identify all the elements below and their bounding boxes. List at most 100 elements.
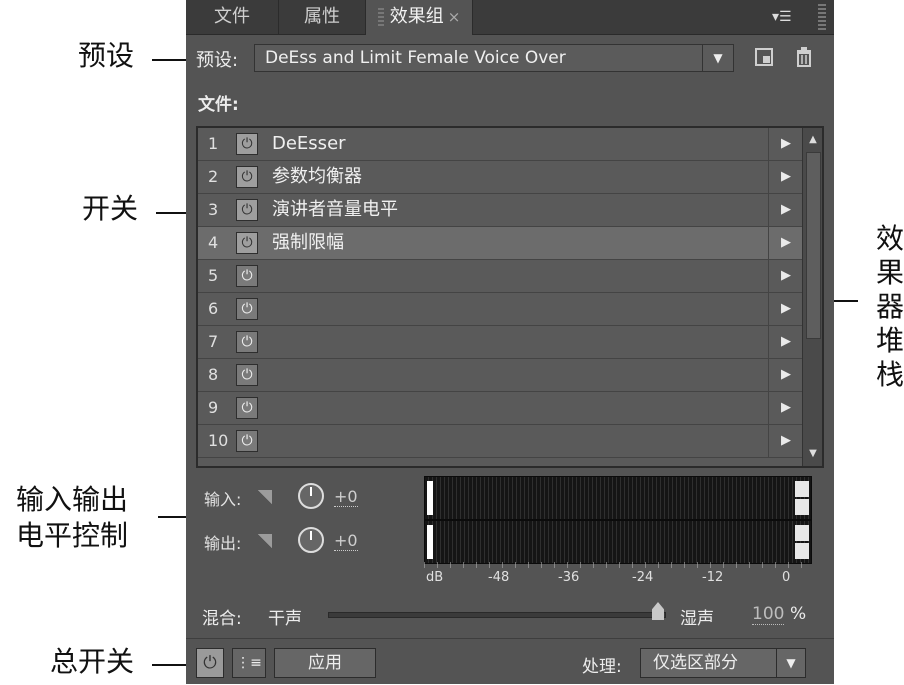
output-level-meter <box>424 520 812 564</box>
drag-grip-icon[interactable] <box>377 8 384 26</box>
annotation-char: 堆 <box>876 324 904 357</box>
power-toggle-icon[interactable]: ⏻ <box>236 364 258 386</box>
power-toggle-icon[interactable]: ⏻ <box>236 199 258 221</box>
apply-button[interactable]: 应用 <box>274 648 376 678</box>
file-label: 文件: <box>198 95 239 115</box>
output-gain-value[interactable]: +0 <box>334 532 358 551</box>
scale-label: 0 <box>782 570 791 585</box>
slot-number: 1 <box>208 134 219 153</box>
scroll-down-icon[interactable]: ▼ <box>803 444 822 464</box>
slot-number: 4 <box>208 233 219 252</box>
annotation-master-switch: 总开关 <box>50 645 135 678</box>
chevron-right-icon[interactable]: ▶ <box>768 227 803 259</box>
input-level-meter <box>424 476 812 520</box>
effect-name[interactable]: DeEsser <box>272 128 346 160</box>
chevron-right-icon[interactable]: ▶ <box>768 359 803 391</box>
effect-name[interactable]: 演讲者音量电平 <box>272 194 398 226</box>
scale-label: dB <box>426 570 444 585</box>
effects-rack-panel: 文件 属性 效果组 × ▾☰ 预设: DeEss and Limit Female… <box>186 0 834 684</box>
signal-bars-icon <box>258 534 272 548</box>
master-power-button[interactable]: ⏻ <box>196 648 224 678</box>
annotation-char: 效 <box>876 222 904 255</box>
chevron-right-icon[interactable]: ▶ <box>768 194 803 226</box>
clip-indicator[interactable] <box>795 543 809 559</box>
chevron-right-icon[interactable]: ▶ <box>768 293 803 325</box>
panel-grip-icon[interactable] <box>818 4 826 30</box>
chevron-right-icon[interactable]: ▶ <box>768 425 803 457</box>
output-gain-knob[interactable] <box>298 527 324 553</box>
slot-number: 3 <box>208 200 219 219</box>
chevron-down-icon[interactable]: ▼ <box>776 649 805 677</box>
chevron-right-icon[interactable]: ▶ <box>768 326 803 358</box>
effect-slot[interactable]: 10 ⏻ ▶ <box>198 425 802 458</box>
clip-indicator[interactable] <box>795 525 809 541</box>
tab-label: 文件 <box>214 6 250 27</box>
effect-slot[interactable]: 9 ⏻ ▶ <box>198 392 802 425</box>
slot-number: 5 <box>208 266 219 285</box>
power-toggle-icon[interactable]: ⏻ <box>236 397 258 419</box>
power-toggle-icon[interactable]: ⏻ <box>236 430 258 452</box>
preset-label: 预设: <box>196 50 239 71</box>
preset-dropdown[interactable]: DeEss and Limit Female Voice Over ▼ <box>254 44 734 72</box>
effects-list: 10 ⏻ ▶ 9 ⏻ ▶ 8 ⏻ ▶ 7 ⏻ ▶ 6 ⏻ ▶ 5 ⏻ ▶ 4 ⏻ 强制限幅 ▶ 3 ⏻ 演讲者音量电平 ▶ 2 ⏻ 参数… <box>196 126 824 468</box>
effect-slot[interactable]: 3 ⏻ 演讲者音量电平 ▶ <box>198 194 802 227</box>
meter-ticks <box>424 562 812 568</box>
scroll-up-icon[interactable]: ▲ <box>803 130 822 150</box>
slot-number: 9 <box>208 398 219 417</box>
trash-icon[interactable] <box>792 46 816 70</box>
effect-slot[interactable]: 6 ⏻ ▶ <box>198 293 802 326</box>
effect-name[interactable]: 强制限幅 <box>272 227 344 259</box>
power-toggle-icon[interactable]: ⏻ <box>236 265 258 287</box>
tab-properties[interactable]: 属性 <box>279 0 366 34</box>
list-view-icon[interactable]: ⋮≡ <box>232 648 266 678</box>
tab-effects-rack[interactable]: 效果组 × <box>366 0 473 35</box>
annotation-switch: 开关 <box>82 192 139 225</box>
chevron-down-icon[interactable]: ▼ <box>702 45 733 71</box>
signal-bars-icon <box>258 490 272 504</box>
scale-label: -48 <box>488 570 510 585</box>
power-toggle-icon[interactable]: ⏻ <box>236 133 258 155</box>
clip-indicator[interactable] <box>795 499 809 515</box>
effect-slot[interactable]: 2 ⏻ 参数均衡器 ▶ <box>198 161 802 194</box>
annotation-char: 果 <box>876 256 904 289</box>
save-preset-icon[interactable] <box>752 46 776 70</box>
effect-slot[interactable]: 7 ⏻ ▶ <box>198 326 802 359</box>
chevron-right-icon[interactable]: ▶ <box>768 392 803 424</box>
power-toggle-icon[interactable]: ⏻ <box>236 298 258 320</box>
effect-name[interactable]: 参数均衡器 <box>272 161 362 193</box>
chevron-right-icon[interactable]: ▶ <box>768 260 803 292</box>
scroll-thumb[interactable] <box>806 152 821 339</box>
mix-value[interactable]: 100 <box>752 604 785 625</box>
effect-slot[interactable]: 1 ⏻ DeEsser ▶ <box>198 128 802 161</box>
slot-number: 2 <box>208 167 219 186</box>
close-icon[interactable]: × <box>448 8 461 26</box>
process-label: 处理: <box>582 657 622 677</box>
output-label: 输出: <box>204 534 242 553</box>
power-toggle-icon[interactable]: ⏻ <box>236 166 258 188</box>
power-toggle-icon[interactable]: ⏻ <box>236 232 258 254</box>
clip-indicator[interactable] <box>795 481 809 497</box>
input-label: 输入: <box>204 490 242 509</box>
tab-bar: 文件 属性 效果组 × ▾☰ <box>186 0 834 35</box>
annotation-io-line1: 输入输出 <box>16 483 129 516</box>
mix-slider-thumb[interactable] <box>652 602 664 620</box>
tab-files[interactable]: 文件 <box>186 0 279 34</box>
peak-indicator <box>427 525 433 559</box>
chevron-right-icon[interactable]: ▶ <box>768 128 803 160</box>
mix-slider-track[interactable] <box>328 612 666 618</box>
mix-unit: % <box>790 604 807 624</box>
chevron-right-icon[interactable]: ▶ <box>768 161 803 193</box>
tab-label: 属性 <box>304 6 340 27</box>
vertical-scrollbar[interactable]: ▲ ▼ <box>802 128 822 466</box>
effect-slot[interactable]: 4 ⏻ 强制限幅 ▶ <box>198 227 802 260</box>
process-dropdown[interactable]: 仅选区部分 ▼ <box>640 648 806 678</box>
effect-slot[interactable]: 5 ⏻ ▶ <box>198 260 802 293</box>
mix-label: 混合: <box>202 609 242 629</box>
effect-slot[interactable]: 8 ⏻ ▶ <box>198 359 802 392</box>
input-gain-value[interactable]: +0 <box>334 488 358 507</box>
power-toggle-icon[interactable]: ⏻ <box>236 331 258 353</box>
input-gain-knob[interactable] <box>298 483 324 509</box>
preset-value: DeEss and Limit Female Voice Over <box>265 48 566 68</box>
panel-menu-icon[interactable]: ▾☰ <box>772 0 792 34</box>
mix-wet-label: 湿声 <box>680 609 714 629</box>
